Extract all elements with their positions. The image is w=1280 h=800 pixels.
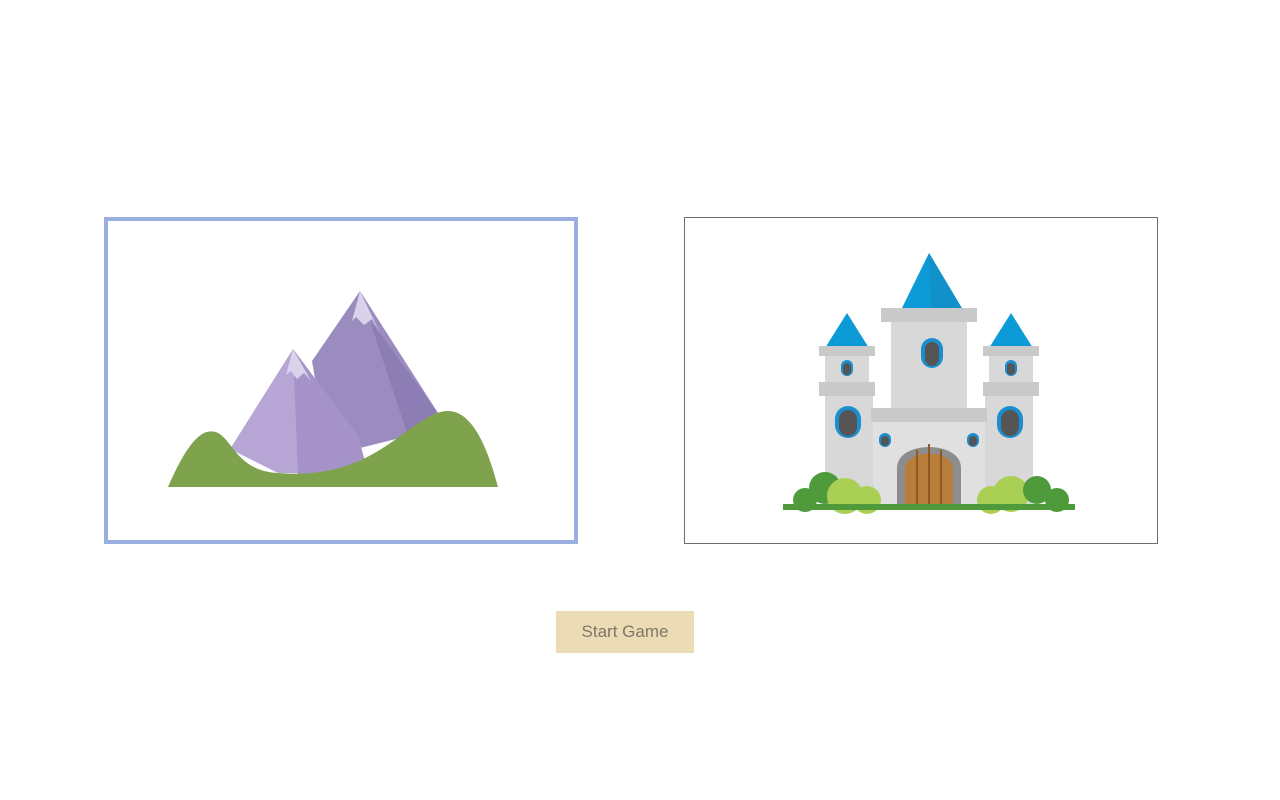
game-stage: Start Game <box>0 0 1280 800</box>
start-game-button[interactable]: Start Game <box>556 611 694 653</box>
castle-icon <box>783 253 1075 514</box>
mountain-choice-card[interactable] <box>104 217 578 544</box>
castle-choice-card[interactable] <box>684 217 1158 544</box>
mountain-icon <box>168 291 498 487</box>
